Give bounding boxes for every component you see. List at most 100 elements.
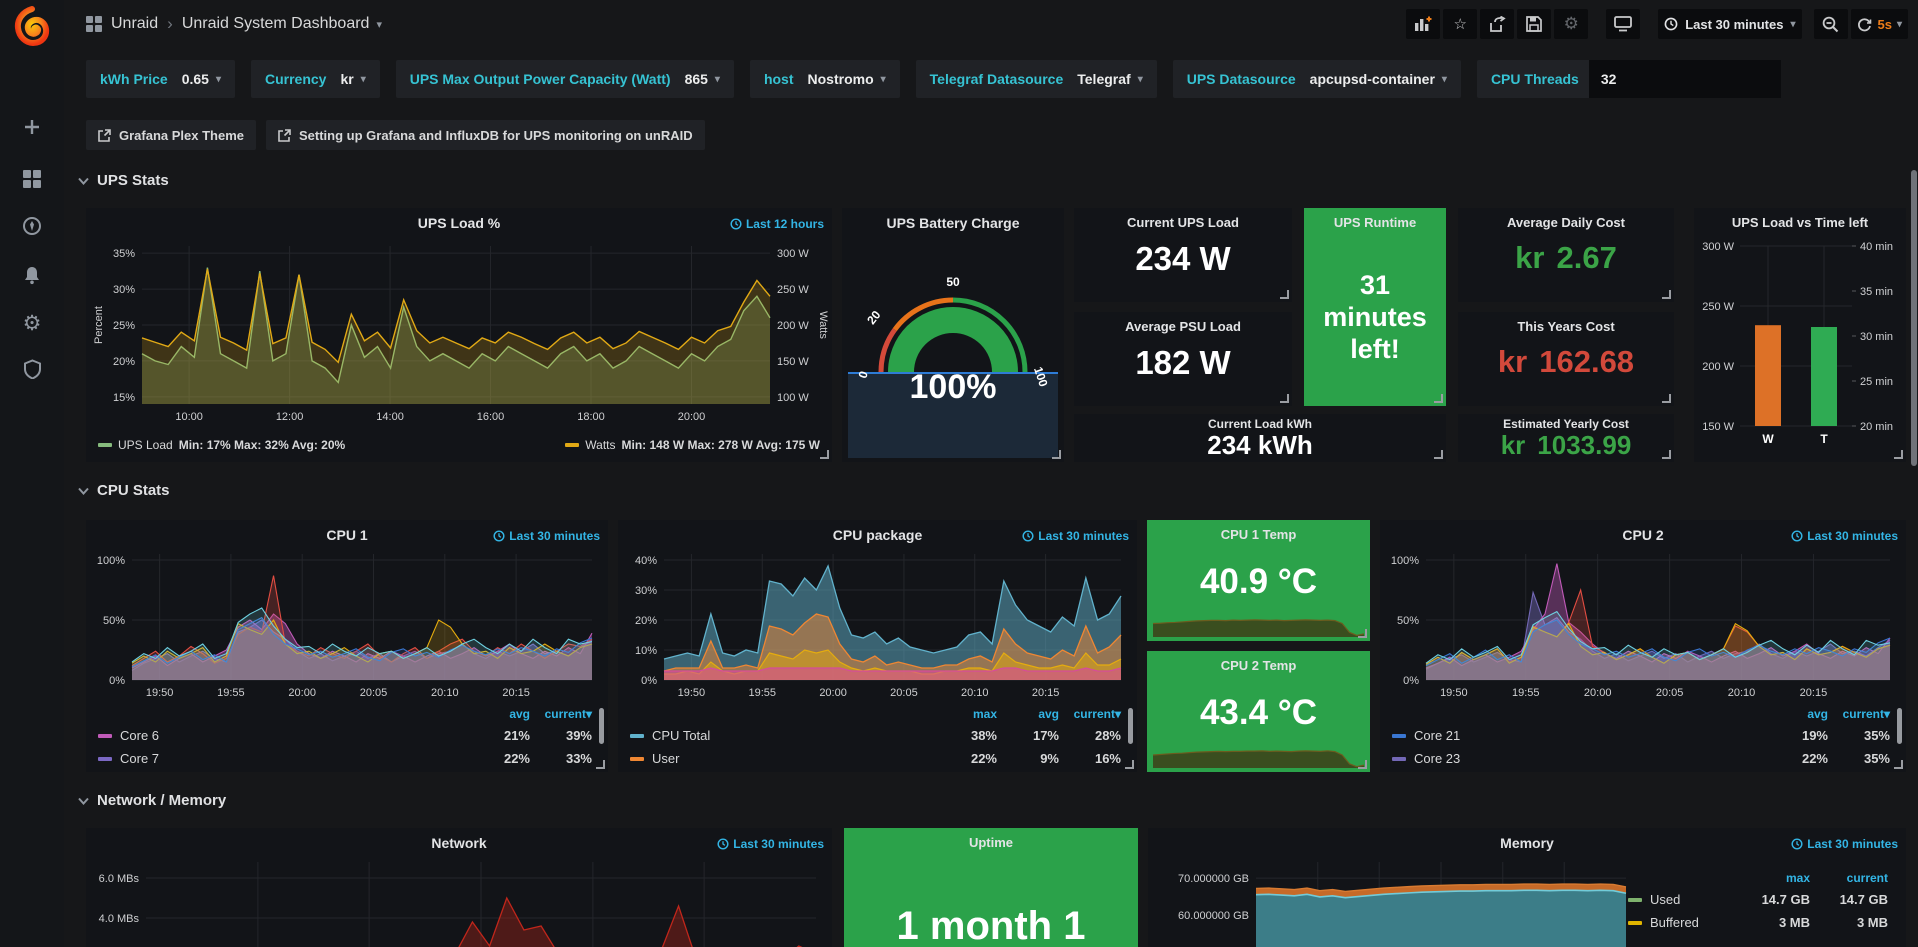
share-button[interactable] [1480,9,1514,39]
legend-series-label[interactable]: Buffered [1650,915,1732,930]
panel-time-range[interactable]: Last 30 minutes [1791,837,1898,851]
section-cpu-stats[interactable]: CPU Stats [78,482,170,499]
panel-resize-handle[interactable] [1125,760,1134,769]
stat-title[interactable]: Current Load kWh [1074,417,1446,431]
panel-title[interactable]: UPS Battery Charge [842,215,1064,231]
legend-series-label[interactable]: Core 23 [1414,751,1766,766]
create-plus-icon[interactable] [0,107,64,147]
legend-series-label[interactable]: Watts [585,438,615,452]
variable-value[interactable]: apcupsd-container▾ [1310,71,1447,87]
panel-resize-handle[interactable] [1894,450,1903,459]
panel-resize-handle[interactable] [1358,629,1367,638]
variable-value[interactable]: kr▾ [340,71,365,87]
legend-series-label[interactable]: Core 6 [120,728,468,743]
save-button[interactable] [1517,9,1551,39]
legend-sort-header-max[interactable]: max [935,707,997,721]
svg-text:25%: 25% [113,320,135,332]
explore-compass-icon[interactable] [0,206,64,246]
legend-sort-header-avg[interactable]: avg [1766,707,1828,721]
panel-resize-handle[interactable] [820,450,829,459]
refresh-button[interactable]: 5s▾ [1851,9,1909,39]
time-range-picker[interactable]: Last 30 minutes ▾ [1658,9,1801,39]
legend-series-label[interactable]: Core 7 [120,751,468,766]
stat-title[interactable]: Uptime [844,835,1138,850]
legend-series-label[interactable]: UPS Load [118,438,173,452]
panel-title[interactable]: UPS Load vs Time left [1694,215,1906,230]
panel-resize-handle[interactable] [1662,290,1671,299]
dashboard-settings-button[interactable]: ⚙ [1554,9,1588,39]
panel-resize-handle[interactable] [1434,394,1443,403]
panel-title[interactable]: UPS Load % [86,215,832,231]
variable-ups-max-output-power-capacity-watt[interactable]: UPS Max Output Power Capacity (Watt)865▾ [396,60,734,98]
variable-value[interactable]: Nostromo▾ [808,71,886,87]
variable-telegraf-datasource[interactable]: Telegraf DatasourceTelegraf▾ [916,60,1157,98]
panel-time-range[interactable]: Last 30 minutes [1022,529,1129,543]
legend-sort-header-max[interactable]: max [1732,871,1810,885]
panel-resize-handle[interactable] [1280,394,1289,403]
breadcrumb-root[interactable]: Unraid [111,15,158,33]
stat-title[interactable]: Average PSU Load [1074,319,1292,334]
panel-resize-handle[interactable] [596,760,605,769]
svg-text:200 W: 200 W [1702,361,1734,373]
stat-title[interactable]: This Years Cost [1458,319,1674,334]
stat-title[interactable]: Current UPS Load [1074,215,1292,230]
variable-ups-datasource[interactable]: UPS Datasourceapcupsd-container▾ [1173,60,1461,98]
legend-sort-header-current[interactable]: current [1810,871,1888,885]
cpu-package-legend: maxavgcurrent▾CPU Total38%17%28%User22%9… [630,704,1121,770]
variable-value[interactable]: Telegraf▾ [1077,71,1142,87]
variable-value[interactable]: 865▾ [685,71,720,87]
tv-cycle-button[interactable] [1606,9,1640,39]
legend-sort-header-current[interactable]: current▾ [1828,707,1890,721]
zoom-out-button[interactable] [1814,9,1848,39]
variable-cpu-threads[interactable]: CPU Threads [1477,60,1781,98]
server-admin-shield-icon[interactable] [0,349,64,389]
variable-input-cpu-threads[interactable] [1589,60,1781,98]
stat-title[interactable]: Estimated Yearly Cost [1458,417,1674,431]
panel-resize-handle[interactable] [1280,290,1289,299]
legend-series-label[interactable]: User [652,751,935,766]
variable-value[interactable]: 0.65▾ [182,71,221,87]
legend-sort-header-avg[interactable]: avg [997,707,1059,721]
stat-title[interactable]: UPS Runtime [1304,215,1446,230]
add-panel-button[interactable] [1406,9,1440,39]
legend-value: 16% [1059,751,1121,766]
legend-scrollbar[interactable] [1128,708,1133,744]
stat-title[interactable]: CPU 2 Temp [1147,658,1370,673]
variable-host[interactable]: hostNostromo▾ [750,60,900,98]
section-ups-stats[interactable]: UPS Stats [78,172,169,189]
section-network-memory[interactable]: Network / Memory [78,792,226,809]
panel-resize-handle[interactable] [1894,760,1903,769]
grafana-logo-icon[interactable] [12,6,52,46]
stat-title[interactable]: CPU 1 Temp [1147,527,1370,542]
stat-title[interactable]: Average Daily Cost [1458,215,1674,230]
refresh-interval[interactable]: 5s▾ [1878,17,1903,32]
dashboard-link[interactable]: Setting up Grafana and InfluxDB for UPS … [266,120,705,150]
panel-resize-handle[interactable] [1662,394,1671,403]
dashboard-link[interactable]: Grafana Plex Theme [86,120,256,150]
page-scrollbar-thumb[interactable] [1911,170,1917,466]
legend-series-label[interactable]: Core 21 [1414,728,1766,743]
panel-time-range[interactable]: Last 30 minutes [717,837,824,851]
star-button[interactable]: ☆ [1443,9,1477,39]
legend-series-label[interactable]: CPU Total [652,728,935,743]
legend-sort-header-current[interactable]: current▾ [1059,707,1121,721]
variable-currency[interactable]: Currencykr▾ [251,60,380,98]
legend-scrollbar[interactable] [1897,708,1902,744]
dashboards-icon[interactable] [0,159,64,199]
alerting-bell-icon[interactable] [0,255,64,295]
variable-kwh-price[interactable]: kWh Price0.65▾ [86,60,235,98]
panel-time-range[interactable]: Last 12 hours [730,217,824,231]
panel-resize-handle[interactable] [1358,760,1367,769]
legend-scrollbar[interactable] [599,708,604,744]
legend-series-label[interactable]: Used [1650,892,1732,907]
legend-sort-header-current[interactable]: current▾ [530,707,592,721]
configuration-gear-icon[interactable]: ⚙ [0,303,64,343]
chevron-down-icon[interactable]: ▾ [376,18,382,31]
breadcrumb-current[interactable]: Unraid System Dashboard [182,15,370,33]
panel-resize-handle[interactable] [1434,450,1443,459]
legend-sort-header-avg[interactable]: avg [468,707,530,721]
panel-time-range[interactable]: Last 30 minutes [1791,529,1898,543]
panel-time-range[interactable]: Last 30 minutes [493,529,600,543]
panel-resize-handle[interactable] [1052,450,1061,459]
panel-resize-handle[interactable] [1662,450,1671,459]
